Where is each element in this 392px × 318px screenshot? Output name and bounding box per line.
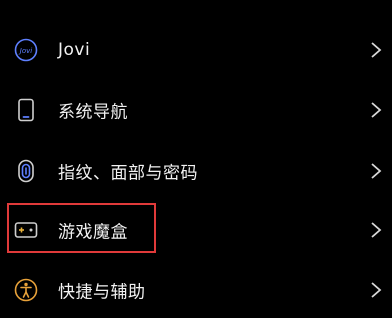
svg-text:Jovi: Jovi <box>18 47 32 55</box>
chevron-right-icon <box>371 163 382 179</box>
settings-item-label: 指纹、面部与密码 <box>58 163 198 184</box>
settings-item-label: 游戏魔盒 <box>58 222 128 243</box>
fingerprint-icon <box>18 159 34 183</box>
chevron-right-icon <box>371 102 382 118</box>
settings-item-fingerprint-face-password[interactable]: 指纹、面部与密码 <box>0 143 392 199</box>
chevron-right-icon <box>371 282 382 298</box>
chevron-right-icon <box>371 42 382 58</box>
settings-item-label: 系统导航 <box>58 102 128 123</box>
phone-navigation-icon <box>18 98 34 122</box>
accessibility-icon <box>14 278 38 302</box>
settings-item-system-navigation[interactable]: 系统导航 <box>0 82 392 138</box>
settings-item-game-box[interactable]: 游戏魔盒 <box>0 202 392 258</box>
chevron-right-icon <box>371 222 382 238</box>
settings-item-jovi[interactable]: Jovi Jovi <box>0 22 392 78</box>
settings-item-label: Jovi <box>58 40 91 60</box>
jovi-icon: Jovi <box>14 38 38 62</box>
settings-item-shortcuts-accessibility[interactable]: 快捷与辅助 <box>0 262 392 318</box>
game-box-icon <box>14 222 38 238</box>
